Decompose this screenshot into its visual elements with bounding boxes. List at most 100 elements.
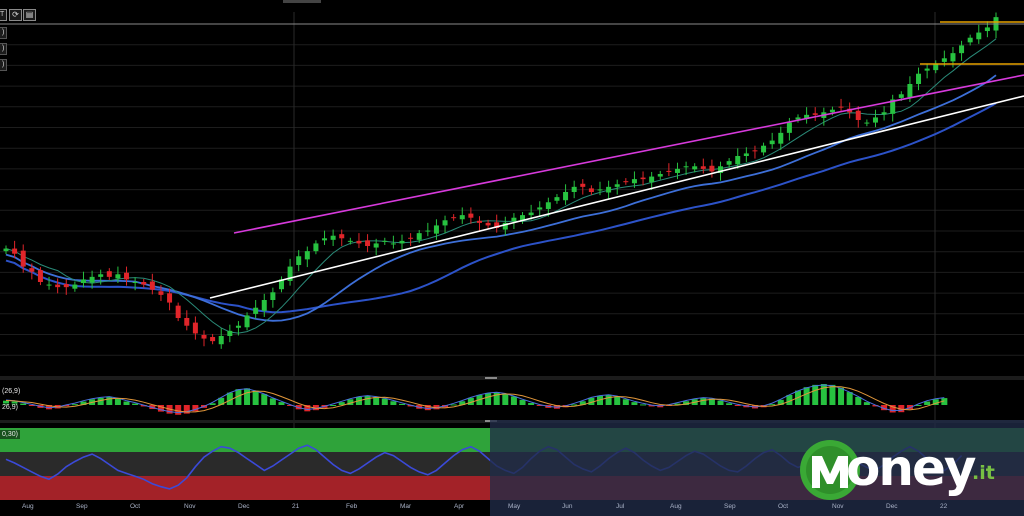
candle-body — [304, 251, 310, 260]
macd-histogram-bar — [838, 387, 845, 405]
candle-body — [907, 84, 913, 98]
macd-histogram-bar — [252, 390, 259, 405]
candle-body — [916, 73, 922, 84]
macd-histogram-bar — [330, 405, 337, 406]
macd-histogram-bar — [493, 392, 500, 405]
macd-histogram-bar — [381, 398, 388, 405]
macd-histogram-bar — [390, 401, 397, 405]
candle-body — [864, 122, 870, 124]
macd-histogram-bar — [114, 398, 121, 405]
macd-histogram-bar — [622, 399, 629, 405]
candle-body — [37, 270, 43, 282]
candle-body — [700, 166, 706, 169]
refresh-button[interactable]: ⟳ — [9, 9, 22, 21]
candle-body — [786, 122, 792, 133]
macd-histogram-bar — [269, 398, 276, 405]
candle-body — [390, 243, 396, 245]
x-tick-label: May — [508, 503, 521, 510]
chart-type-button[interactable]: ▤ — [23, 9, 36, 21]
macd-histogram-bar — [399, 403, 405, 405]
macd-histogram-bar — [20, 403, 27, 405]
macd-label: (26,9) — [0, 387, 23, 396]
candle-body — [735, 156, 741, 165]
macd-histogram-bar — [485, 392, 492, 405]
candle-body — [976, 32, 982, 40]
candle-body — [683, 166, 689, 168]
candle-body — [261, 300, 267, 311]
x-tick-label: Nov — [832, 503, 844, 510]
candle-body — [339, 234, 345, 239]
candle-body — [141, 282, 147, 285]
candle-body — [20, 250, 26, 267]
candle-body — [63, 284, 69, 288]
signal-line — [5, 386, 945, 413]
candle-body — [614, 184, 620, 187]
candle-body — [365, 240, 371, 246]
candle-body — [950, 53, 956, 62]
candle-body — [924, 68, 930, 71]
candle-body — [322, 238, 328, 241]
brand-logo: oney .it — [800, 434, 1000, 504]
candle-body — [563, 192, 569, 201]
candle-body — [46, 284, 52, 286]
candle-body — [98, 274, 104, 277]
macd-histogram-bar — [261, 394, 268, 405]
candle-body — [571, 186, 577, 192]
x-tick-label: Nov — [184, 503, 196, 510]
candle-body — [416, 233, 422, 240]
candle-body — [80, 279, 86, 284]
candle-body — [459, 215, 465, 220]
candle-body — [356, 240, 362, 244]
x-tick-label: Aug — [670, 503, 682, 510]
x-tick-label: 22 — [940, 503, 948, 510]
candle-body — [881, 112, 887, 115]
ma-badge-3[interactable]: ) — [0, 59, 7, 71]
top-tab[interactable] — [283, 0, 321, 3]
ma-badge-1[interactable]: ) — [0, 27, 8, 39]
x-tick-label: Jun — [562, 503, 573, 510]
x-tick-label: Oct — [130, 503, 141, 510]
candle-body — [778, 132, 784, 144]
candle-body — [588, 188, 594, 192]
candle-body — [855, 110, 861, 120]
macd-histogram-bar — [132, 403, 139, 405]
symbol-button[interactable]: T — [0, 9, 7, 21]
candle-body — [640, 177, 646, 180]
candle-body — [666, 170, 672, 172]
candle-body — [12, 248, 18, 254]
macd-histogram-bar — [364, 395, 371, 405]
candle-body — [253, 307, 259, 314]
macd-histogram-bar — [726, 403, 733, 405]
candle-body — [752, 150, 758, 152]
macd-histogram-bar — [519, 399, 526, 405]
panel-separator — [0, 376, 1024, 380]
candle-body — [872, 117, 878, 123]
candle-body — [761, 145, 767, 153]
candle-body — [227, 330, 233, 336]
candle-body — [554, 197, 560, 201]
candle-body — [29, 268, 35, 272]
macd-histogram-bar — [571, 404, 578, 406]
candle-body — [898, 94, 904, 98]
candle-body — [941, 58, 947, 62]
chart-type-icon: ▤ — [25, 10, 34, 19]
candle-body — [175, 305, 181, 318]
candle-body — [726, 161, 732, 165]
candle-body — [167, 293, 173, 303]
x-tick-label: Feb — [346, 503, 358, 510]
candle-body — [468, 213, 474, 218]
candle-body — [476, 220, 482, 223]
candle-body — [485, 222, 491, 226]
candle-body — [606, 186, 612, 193]
macd-label-2: 26,9) — [0, 403, 20, 412]
candle-body — [3, 248, 9, 252]
brand-tld: .it — [972, 462, 995, 484]
rsi-label: 0,30) — [0, 430, 20, 439]
candle-body — [72, 284, 78, 289]
macd-histogram-bar — [106, 396, 113, 405]
macd-histogram-bar — [614, 396, 621, 405]
macd-histogram-bar — [175, 405, 182, 415]
ma-badge-2[interactable]: ) — [0, 43, 8, 55]
candle-body — [743, 153, 749, 156]
candle-body — [373, 243, 379, 248]
